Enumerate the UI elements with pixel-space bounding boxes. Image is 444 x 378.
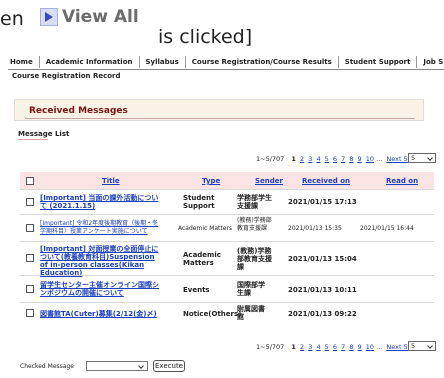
page-link[interactable]: 6 <box>333 343 337 351</box>
message-received: 2021/01/13 15:04 <box>288 255 357 263</box>
table-row: [Important] 令和2年度後期教育（後期・冬学期科目）授業アンケート実施… <box>20 214 434 241</box>
message-title-link[interactable]: [Important] 令和2年度後期教育（後期・冬学期科目）授業アンケート実施… <box>40 220 164 236</box>
page-current: 1 <box>291 343 296 351</box>
pagination-top: 1~5/707 1 2 3 4 5 6 7 8 9 10 ... Next 5>… <box>256 155 419 163</box>
received-messages-header: Received Messages <box>14 99 424 121</box>
page-link[interactable]: 9 <box>358 155 362 163</box>
message-type: Academic Matters <box>178 225 233 232</box>
pagination-bottom: 1~5/707 1 2 3 4 5 6 7 8 9 10 ... Next 5>… <box>256 343 419 351</box>
per-page-select[interactable]: 5 <box>408 341 436 351</box>
divider <box>25 118 415 119</box>
message-title-link[interactable]: [Important] 当面の課外活動について (2021.1.15) <box>40 194 164 210</box>
section-title: Received Messages <box>29 106 128 116</box>
per-page-select[interactable]: 5 <box>408 153 436 163</box>
page-link[interactable]: 10 <box>366 155 374 163</box>
page-link[interactable]: 2 <box>300 343 304 351</box>
message-type: Notice(Others) <box>183 310 242 318</box>
nav-home[interactable]: Home <box>8 56 40 68</box>
page-ellipsis: ... <box>376 155 383 163</box>
per-page-value: 5 <box>411 342 416 350</box>
page-link[interactable]: 3 <box>308 343 312 351</box>
col-received[interactable]: Received on <box>302 177 350 185</box>
message-table: Title Type Sender Received on Read on [I… <box>20 172 434 323</box>
page-link[interactable]: 7 <box>341 343 345 351</box>
message-title-link[interactable]: [Important] 対面授業の全面停止について(教養教育科目)Suspens… <box>40 245 164 277</box>
top-nav: Home Academic Information Syllabus Cours… <box>8 56 444 70</box>
message-received: 2021/01/13 09:22 <box>288 310 357 318</box>
page-link[interactable]: 5 <box>325 343 329 351</box>
table-row: 留学生センター主催オンライン国際シンポジウムの開催について Events 国際部… <box>20 275 434 302</box>
page-link[interactable]: 4 <box>316 155 320 163</box>
nav-job[interactable]: Job S <box>417 56 444 68</box>
caption-prefix: en <box>0 8 24 30</box>
col-read[interactable]: Read on <box>386 177 418 185</box>
message-type: Events <box>183 286 210 294</box>
page-link[interactable]: 7 <box>341 155 345 163</box>
nav-academic-information[interactable]: Academic Information <box>40 56 140 68</box>
message-sender: 学務部学生支援課 <box>237 194 272 210</box>
checked-message-action-select[interactable] <box>86 361 148 371</box>
table-row: [Important] 当面の課外活動について (2021.1.15) Stud… <box>20 189 434 214</box>
nav-course-registration[interactable]: Course Registration/Course Results <box>186 56 339 68</box>
divider <box>18 139 48 140</box>
message-list-label: Message List <box>18 130 70 138</box>
col-sender[interactable]: Sender <box>255 177 283 185</box>
message-sender: 国際部学生課 <box>237 281 265 297</box>
course-registration-record-link[interactable]: Course Registration Record <box>12 72 121 80</box>
table-row: 図書館TA(Cuter)募集(2/12(金)〆) Notice(Others) … <box>20 302 434 323</box>
row-checkbox[interactable] <box>26 285 34 293</box>
message-title-link[interactable]: 図書館TA(Cuter)募集(2/12(金)〆) <box>40 310 180 318</box>
per-page-value: 5 <box>411 154 416 162</box>
view-all-label: View All <box>62 7 139 27</box>
message-title-link[interactable]: 留学生センター主催オンライン国際シンポジウムの開催について <box>40 281 164 297</box>
row-checkbox[interactable] <box>26 254 34 262</box>
page-range: 1~5/707 <box>256 343 285 351</box>
page-range: 1~5/707 <box>256 155 285 163</box>
col-title[interactable]: Title <box>102 177 120 185</box>
execute-button[interactable]: Execute <box>153 360 185 372</box>
page-link[interactable]: 5 <box>325 155 329 163</box>
message-type: Student Support <box>183 194 215 210</box>
table-header: Title Type Sender Received on Read on <box>20 172 434 189</box>
page-link[interactable]: 6 <box>333 155 337 163</box>
table-row: [Important] 対面授業の全面停止について(教養教育科目)Suspens… <box>20 241 434 277</box>
page-link[interactable]: 3 <box>308 155 312 163</box>
page-link[interactable]: 10 <box>366 343 374 351</box>
select-all-checkbox[interactable] <box>26 177 34 185</box>
col-type[interactable]: Type <box>202 177 220 185</box>
page-link[interactable]: 2 <box>300 155 304 163</box>
caption: en View All is clicked] <box>0 0 444 48</box>
message-sender: (教務)学務部教育支援課 <box>237 217 272 232</box>
row-checkbox[interactable] <box>26 309 34 317</box>
caption-suffix: is clicked] <box>158 26 253 48</box>
page-current: 1 <box>291 155 296 163</box>
nav-student-support[interactable]: Student Support <box>339 56 418 68</box>
page-link[interactable]: 8 <box>349 155 353 163</box>
page-ellipsis: ... <box>376 343 383 351</box>
message-received: 2021/01/13 15:35 <box>288 225 342 232</box>
page-link[interactable]: 4 <box>316 343 320 351</box>
message-read: 2021/01/15 16:44 <box>360 225 414 232</box>
play-icon <box>40 8 58 26</box>
checked-message-label: Checked Message <box>20 363 74 370</box>
page-link[interactable]: 9 <box>358 343 362 351</box>
message-type: Academic Matters <box>183 251 221 267</box>
row-checkbox[interactable] <box>26 224 34 232</box>
nav-syllabus[interactable]: Syllabus <box>140 56 186 68</box>
message-sender: (教務)学務部教育支援課 <box>237 247 272 271</box>
row-checkbox[interactable] <box>26 198 34 206</box>
message-received: 2021/01/13 10:11 <box>288 286 357 294</box>
message-sender: 附属図書館 <box>237 305 265 321</box>
message-received: 2021/01/15 17:13 <box>288 198 357 206</box>
page-link[interactable]: 8 <box>349 343 353 351</box>
